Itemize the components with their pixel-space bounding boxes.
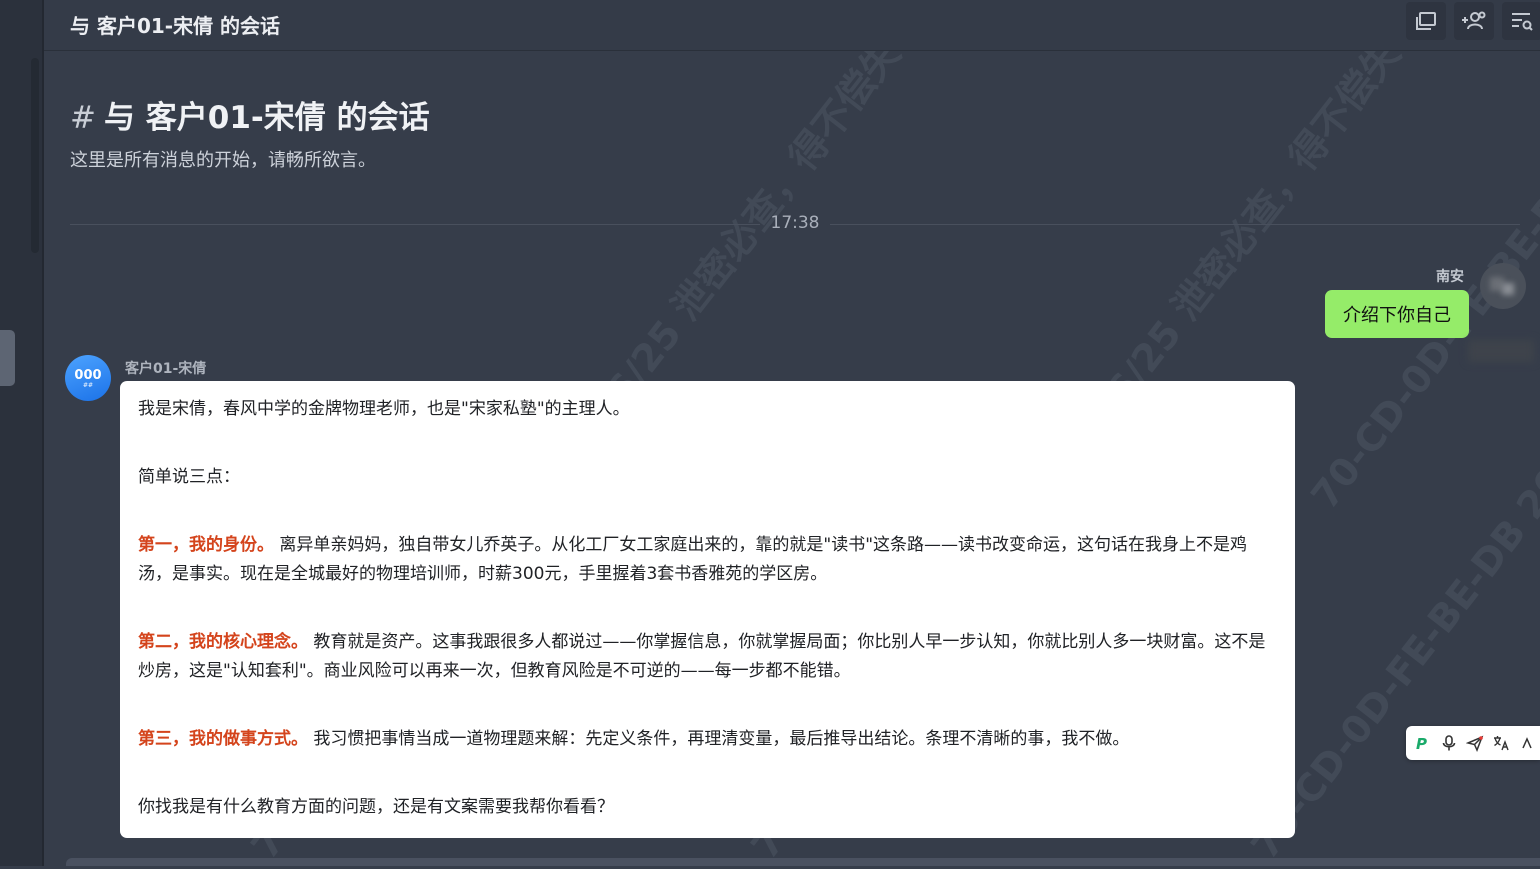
left-rail: [0, 0, 44, 866]
translate-button[interactable]: [1488, 728, 1514, 758]
send-button[interactable]: [1462, 728, 1488, 758]
highlight-label: 第一，我的身份。: [138, 535, 274, 555]
send-icon: [1466, 735, 1484, 752]
search-history-button[interactable]: [1502, 2, 1540, 40]
highlight-label: 第三，我的做事方式。: [138, 729, 308, 749]
chat-title: 与 客户01-宋倩 的会话: [70, 14, 281, 38]
chat-header: 与 客户01-宋倩 的会话: [44, 0, 1540, 51]
ai-assistant-icon: P: [1416, 735, 1427, 752]
add-user-icon: [1462, 11, 1486, 30]
floating-toolbar: P: [1406, 726, 1540, 760]
incoming-message-bubble[interactable]: 我是宋倩，春风中学的金牌物理老师，也是"宋家私塾"的主理人。 简单说三点： 第一…: [120, 381, 1295, 838]
divider: [830, 224, 1520, 225]
watermark: 70-CD-0D-FE-BE-DB 2026/06/25 泄密必查，得不偿失: [1302, 0, 1540, 518]
rail-scrollbar[interactable]: [31, 58, 39, 253]
avatar-text: 000: [74, 367, 102, 383]
conversation-intro-subtitle: 这里是所有消息的开始，请畅所欲言。: [70, 150, 376, 171]
add-member-button[interactable]: [1454, 2, 1494, 40]
avatar[interactable]: 000 ##: [65, 355, 111, 401]
window-icon: [1416, 12, 1436, 30]
message-paragraph: 你找我是有什么教育方面的问题，还是有文案需要我帮你看看？: [138, 797, 614, 817]
message-paragraph: 简单说三点：: [138, 467, 240, 487]
message-timestamp: 17:38: [770, 213, 820, 233]
redacted-area: [1468, 340, 1534, 362]
avatar-subtext: ##: [82, 381, 94, 389]
outgoing-message-bubble[interactable]: 介绍下你自己: [1325, 290, 1469, 338]
conversation-intro-title: # 与 客户01-宋倩 的会话: [70, 100, 430, 136]
chevron-up-icon: [1522, 737, 1532, 749]
message-paragraph: 我是宋倩，春风中学的金牌物理老师，也是"宋家私塾"的主理人。: [138, 399, 630, 419]
window-button[interactable]: [1406, 2, 1446, 40]
ai-assistant-button[interactable]: P: [1410, 728, 1436, 758]
svg-text:P: P: [1416, 735, 1427, 752]
message-paragraph: 第二，我的核心理念。 教育就是资产。这事我跟很多人都说过——你掌握信息，你就掌握…: [138, 632, 1266, 681]
message-paragraph: 第三，我的做事方式。 我习惯把事情当成一道物理题来解：先定义条件，再理清变量，最…: [138, 729, 1130, 749]
divider: [70, 224, 760, 225]
more-tools-button[interactable]: [1514, 728, 1540, 758]
outgoing-sender-name: 南安: [1436, 269, 1464, 285]
voice-button[interactable]: [1436, 728, 1462, 758]
microphone-icon: [1442, 735, 1456, 751]
incoming-sender-name: 客户01-宋倩: [125, 361, 207, 377]
highlight-label: 第二，我的核心理念。: [138, 632, 308, 652]
input-area-edge: [66, 858, 1540, 866]
translate-icon: [1494, 736, 1509, 751]
rail-collapse-tab[interactable]: [0, 330, 15, 386]
message-paragraph: 第一，我的身份。 离异单亲妈妈，独自带女儿乔英子。从化工厂女工家庭出来的，靠的就…: [138, 535, 1248, 584]
avatar[interactable]: [1480, 263, 1526, 309]
search-list-icon: [1512, 13, 1533, 31]
hash-icon: #: [70, 100, 96, 136]
